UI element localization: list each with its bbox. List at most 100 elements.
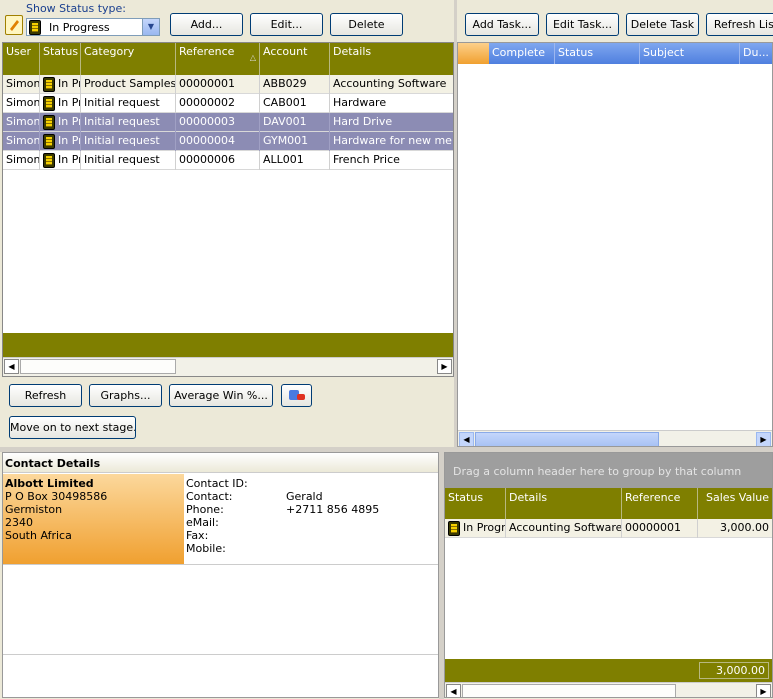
sales-grid-header: Status Details Reference Sales Value [445,488,772,519]
column-header-sales-value-label: Sales Value [706,491,769,504]
cell-text: CAB001 [263,96,307,109]
scroll-left-arrow-icon[interactable]: ◀ [4,359,19,374]
cell-user: Simon [3,113,40,132]
sales-grid-body: In ProgressAccounting Software00000001 3,… [445,519,772,659]
cell-text: Initial request [84,96,160,109]
cell-category: Initial request [81,113,176,132]
contact-field-label: Mobile: [186,542,226,555]
average-win-button[interactable]: Average Win %... [169,384,273,407]
column-header-sales-reference[interactable]: Reference [622,488,698,519]
cell-text: Simon [6,153,40,166]
table-row[interactable]: In ProgressAccounting Software00000001 3,… [445,519,772,538]
address-line: Germiston [5,503,63,516]
sales-scroll-left-arrow-icon[interactable]: ◀ [446,684,461,697]
cell-text: In Progress [58,77,80,90]
sql-query-button[interactable] [281,384,312,407]
cell-text: DAV001 [263,115,307,128]
add-task-button[interactable]: Add Task... [465,13,539,36]
grid-header: User Status Category Reference △ Account… [3,43,453,75]
column-header-user[interactable]: User [3,43,40,75]
cell-status: In Progress [40,75,81,94]
cell-category: Initial request [81,151,176,170]
contact-divider [3,564,438,565]
edit-task-button[interactable]: Edit Task... [546,13,619,36]
company-address: P O Box 30498586 Germiston 2340 South Afric… [5,490,182,542]
contact-divider-lower [3,654,438,655]
tasks-scroll-right-arrow-icon[interactable]: ▶ [756,432,771,446]
cell-reference: 00000002 [176,94,260,113]
contact-field-label: eMail: [186,516,219,529]
group-by-area[interactable]: Drag a column header here to group by th… [445,453,772,488]
scroll-right-arrow-icon[interactable]: ▶ [437,359,452,374]
table-row[interactable]: Simon In Progress Product Samples sent0000… [3,75,453,94]
cell-value: 3,000.00 [698,519,772,538]
column-header-reference[interactable]: Reference △ [176,43,260,75]
table-row[interactable]: Simon In Progress Initial request 00000003 D… [3,113,453,132]
cell-category: Initial request [81,94,176,113]
cell-text: Initial request [84,115,160,128]
contact-details-title: Contact Details [3,453,438,473]
cell-status: In Progress [40,94,81,113]
chevron-down-icon[interactable]: ▼ [142,19,159,35]
column-header-details[interactable]: Details [330,43,453,75]
contact-field-label: Phone: [186,503,224,516]
sales-grid-footer: 3,000.00 [445,659,772,682]
column-header-reference-label: Reference [179,45,235,58]
column-header-subject[interactable]: Subject [640,43,740,64]
contact-field-value: +2711 856 4895 [286,503,380,516]
cell-text: Accounting Software [333,77,447,90]
grid-body: SimonIn ProgressProduct Samples sent0000… [3,75,453,330]
cell-text: Hardware for new members [333,134,453,147]
column-header-sales-status[interactable]: Status [445,488,506,519]
in-progress-icon [43,133,55,149]
address-line: South Africa [5,529,72,542]
cell-text: Initial request [84,134,160,147]
company-address-card: Albott Limited P O Box 30498586 Germiston… [3,474,184,564]
cell-text: In Progress [58,96,80,109]
edit-button[interactable]: Edit... [250,13,323,36]
cell-text: In Progress [58,153,80,166]
table-row[interactable]: Simon In Progress Initial request 00000004 G… [3,132,453,151]
delete-task-button[interactable]: Delete Task [626,13,699,36]
cell-text: Simon [6,115,40,128]
add-button[interactable]: Add... [170,13,243,36]
column-header-category[interactable]: Category [81,43,176,75]
cell-reference: 00000001 [176,75,260,94]
column-header-complete[interactable]: Complete [489,43,555,64]
edit-note-icon[interactable] [5,15,23,35]
cell-details: Accounting Software [330,75,453,94]
column-header-sales-value[interactable]: Sales Value [698,488,772,519]
sales-horizontal-scrollbar[interactable]: ◀ ▶ [445,682,772,697]
tasks-scroll-left-arrow-icon[interactable]: ◀ [459,432,474,446]
in-progress-icon [29,20,41,35]
tasks-scroll-thumb[interactable] [475,432,659,446]
cell-reference: 00000006 [176,151,260,170]
refresh-list-button[interactable]: Refresh List [706,13,773,36]
sales-scroll-right-arrow-icon[interactable]: ▶ [756,684,771,697]
cell-text: Simon [6,96,40,109]
grid-horizontal-scrollbar[interactable]: ◀ ▶ [3,357,453,376]
cell-category: Initial request [81,132,176,151]
move-next-stage-button[interactable]: Move on to next stage... [9,416,136,439]
table-row[interactable]: Simon In Progress Initial request 00000006 A… [3,151,453,170]
sales-scroll-thumb[interactable] [462,684,676,697]
cell-user: Simon [3,151,40,170]
delete-button[interactable]: Delete [330,13,403,36]
column-header-sales-details[interactable]: Details [506,488,622,519]
cell-account: ALL001 [260,151,330,170]
opportunities-grid: User Status Category Reference △ Account… [2,42,454,377]
column-header-account[interactable]: Account [260,43,330,75]
cell-account: DAV001 [260,113,330,132]
table-row[interactable]: Simon In Progress Initial request 00000002 C… [3,94,453,113]
contact-field-label: Fax: [186,529,209,542]
graphs-button[interactable]: Graphs... [89,384,162,407]
refresh-button[interactable]: Refresh [9,384,82,407]
scroll-thumb[interactable] [20,359,176,374]
column-header-status[interactable]: Status [40,43,81,75]
tasks-grid-header: Complete Status Subject Du... [458,43,772,64]
tasks-horizontal-scrollbar[interactable]: ◀ ▶ [458,430,772,446]
column-header-task-status[interactable]: Status [555,43,640,64]
status-type-dropdown[interactable]: In Progress ▼ [26,18,160,36]
cell-account: ABB029 [260,75,330,94]
column-header-due[interactable]: Du... [740,43,772,64]
